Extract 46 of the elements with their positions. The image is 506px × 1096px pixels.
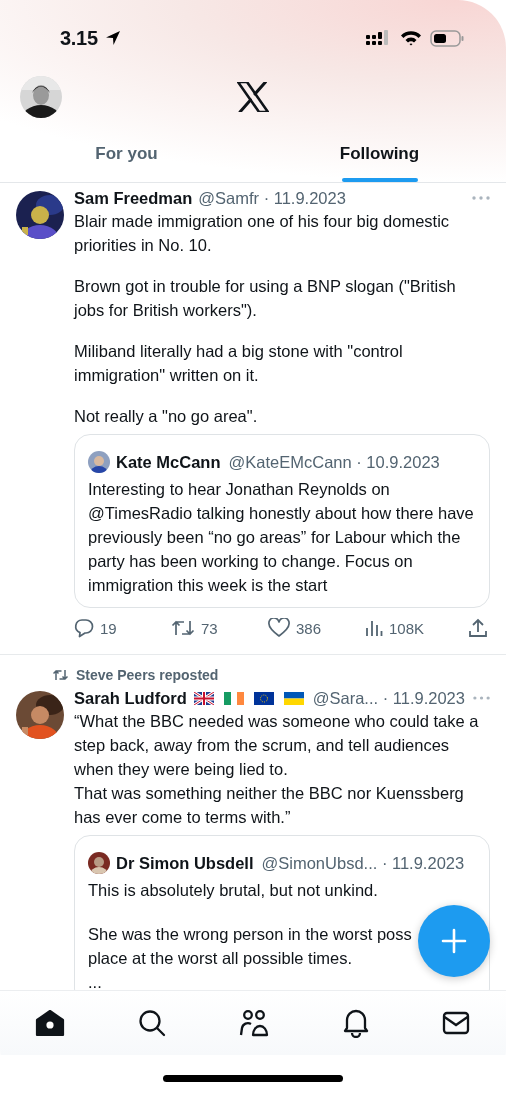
feed-tab[interactable]: For you bbox=[0, 136, 253, 182]
quoted-author-meta: @SimonUbsd... · 11.9.2023 bbox=[261, 853, 465, 873]
feed-tab[interactable]: Following bbox=[253, 136, 506, 182]
quoted-author-name: Kate McCann bbox=[116, 452, 221, 472]
views-button[interactable]: 108K bbox=[365, 618, 462, 638]
flag-icon bbox=[253, 691, 274, 705]
battery-icon bbox=[430, 29, 464, 47]
bar-chart-icon bbox=[365, 618, 383, 638]
quoted-author-meta: @KateEMcCann · 10.9.2023 bbox=[228, 452, 440, 472]
author-name[interactable]: Sam Freedman bbox=[74, 188, 193, 208]
wifi-icon bbox=[400, 30, 422, 46]
compose-button[interactable] bbox=[418, 905, 490, 977]
quoted-text: This is absolutely brutal, but not unkind. bbox=[88, 880, 378, 901]
share-icon[interactable] bbox=[468, 618, 488, 638]
author-meta: @Sara... · 11.9.2023 bbox=[312, 688, 465, 708]
home-icon[interactable] bbox=[35, 1009, 65, 1037]
quoted-text: Interesting to hear Jonathan Reynolds on @TimesRadio talking honestly about how there have previously been “no go areas” for Labour which the party has been working to change. Focus on immigration this week is the start bbox=[88, 479, 475, 596]
flag-icon bbox=[223, 691, 244, 705]
like-button[interactable]: 386 bbox=[268, 618, 365, 638]
post-text: Not really a "no go area". bbox=[74, 406, 259, 427]
repost-button[interactable]: 73 bbox=[171, 618, 268, 638]
plus-icon bbox=[441, 928, 467, 954]
post-text: Blair made immigration one of his four big domestic priorities in No. 10. bbox=[74, 211, 451, 256]
post-text: Miliband literally had a big stone with "control immigration" written on it. bbox=[74, 341, 404, 386]
reply-icon bbox=[74, 618, 94, 638]
reply-button[interactable]: 19 bbox=[74, 618, 171, 638]
bell-icon[interactable] bbox=[343, 1008, 370, 1038]
repost-icon bbox=[53, 669, 68, 681]
quoted-text: She was the wrong person in the worst poss place at the worst all possible times. ... bbox=[88, 924, 412, 990]
author-name[interactable]: Sarah Ludford bbox=[74, 688, 187, 708]
location-arrow-icon bbox=[104, 30, 121, 46]
mail-icon[interactable] bbox=[442, 1011, 470, 1035]
flag-icon bbox=[283, 691, 304, 705]
search-icon[interactable] bbox=[137, 1009, 166, 1037]
post-text: Brown got in trouble for using a BNP slogan ("British jobs for British workers"). bbox=[74, 276, 457, 321]
quoted-author-name: Dr Simon Ubsdell bbox=[116, 853, 254, 873]
quoted-post[interactable] bbox=[74, 434, 490, 608]
x-logo-icon bbox=[237, 82, 269, 112]
post-text: “What the BBC needed was someone who could take a step back, away from the scrum, and tell audiences when they were being lied to. That was something neither the BBC nor Kuenssberg has ever come to terms with.” bbox=[74, 711, 480, 828]
people-icon[interactable] bbox=[238, 1009, 271, 1037]
author-meta: @Samfr · 11.9.2023 bbox=[198, 188, 346, 208]
flag-icon bbox=[193, 691, 214, 705]
repost-icon bbox=[171, 618, 195, 638]
heart-icon bbox=[268, 618, 290, 638]
repost-label[interactable]: Steve Peers reposted bbox=[76, 667, 219, 683]
status-time: 3.15 bbox=[60, 26, 98, 50]
